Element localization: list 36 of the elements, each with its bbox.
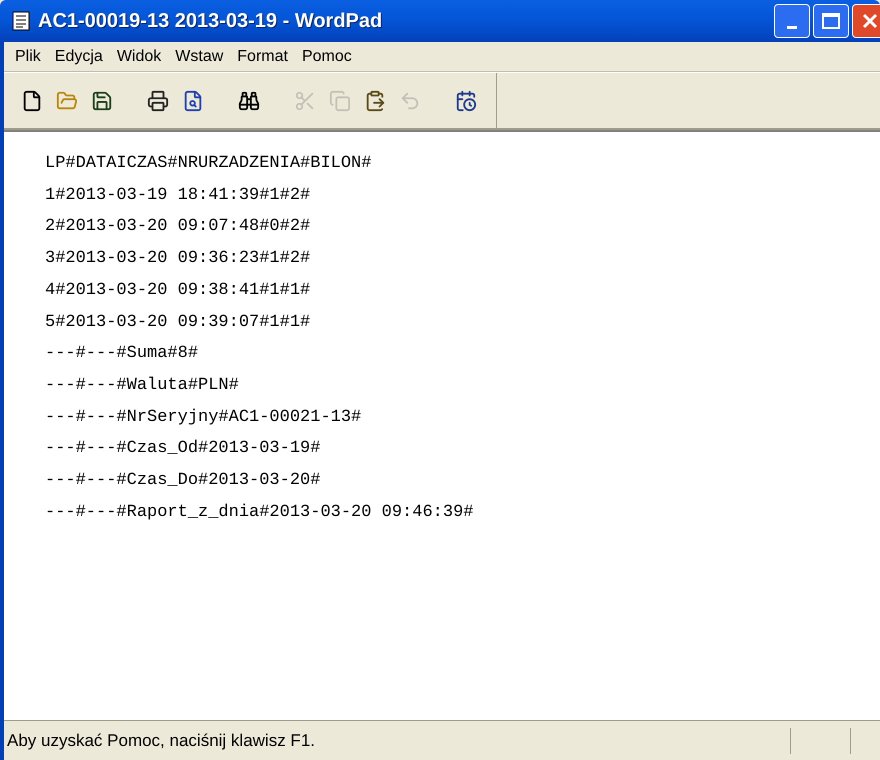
document-line: ---#---#Czas_Do#2013-03-20# xyxy=(45,470,320,492)
folder-icon xyxy=(56,90,78,112)
copy-icon xyxy=(329,90,351,112)
document-line: 4#2013-03-20 09:38:41#1#1# xyxy=(45,280,310,302)
save-icon xyxy=(91,90,113,112)
document-line: 5#2013-03-20 09:39:07#1#1# xyxy=(45,312,310,334)
print-preview-icon xyxy=(182,90,204,112)
undo-icon xyxy=(399,90,421,112)
document-line: ---#---#Suma#8# xyxy=(45,343,198,366)
document-line: ---#---#Czas_Od#2013-03-19# xyxy=(45,438,320,460)
menu-item[interactable]: Widok xyxy=(110,44,168,68)
menu-item[interactable]: Wstaw xyxy=(168,44,230,68)
search-icon xyxy=(238,90,260,112)
scissors-icon xyxy=(294,90,316,112)
document-line: 1#2013-03-19 18:41:39#1#2# xyxy=(45,184,310,207)
status-text: Aby uzyskać Pomoc, naciśnij klawisz F1. xyxy=(6,730,316,752)
clipboard-icon xyxy=(364,90,386,112)
document-line: 2#2013-03-20 09:07:48#0#2# xyxy=(45,216,310,238)
close-icon xyxy=(861,12,879,30)
maximize-button[interactable] xyxy=(813,4,849,38)
document-line: ---#---#Raport_z_dnia#2013-03-20 09:46:39# xyxy=(45,502,474,524)
document-line: ---#---#NrSeryjny#AC1-00021-13# xyxy=(45,406,362,429)
calendar-clock-icon xyxy=(455,90,477,112)
document-line: ---#---#Waluta#PLN# xyxy=(45,374,239,397)
menu-item[interactable]: Plik xyxy=(8,44,48,68)
menu-item[interactable]: Pomoc xyxy=(294,44,359,68)
close-button[interactable] xyxy=(852,4,880,38)
new-document-icon xyxy=(21,90,43,112)
document-line: 3#2013-03-20 09:36:23#1#2# xyxy=(45,248,310,270)
menu-item[interactable]: Format xyxy=(230,44,295,68)
minimize-button[interactable] xyxy=(774,4,810,38)
document-line: LP#DATAICZAS#NRURZADZENIA#BILON# xyxy=(45,153,372,175)
printer-icon xyxy=(147,90,169,112)
menu-item[interactable]: Edycja xyxy=(48,44,110,68)
notepad-icon xyxy=(12,11,30,31)
window-title: AC1-00019-13 2013-03-19 - WordPad xyxy=(38,9,382,34)
